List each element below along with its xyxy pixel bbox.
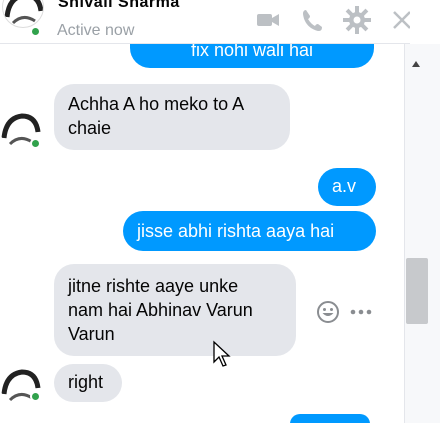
message-incoming[interactable]: Achha A ho meko to A chaie (54, 84, 290, 150)
contact-name[interactable]: Shivali Sharma (58, 0, 180, 12)
right-scroll-panel (404, 44, 440, 423)
chat-window: Shivali Sharma Active now fix nohi wali … (0, 0, 410, 423)
mouse-cursor-icon (213, 340, 231, 367)
close-icon[interactable] (388, 6, 410, 34)
settings-gear-icon[interactable] (343, 6, 371, 34)
presence-dot (30, 26, 41, 37)
message-outgoing[interactable]: jisse abhi rishta aaya hai (123, 211, 376, 251)
phone-call-icon[interactable] (298, 6, 326, 34)
emoji-reaction-icon[interactable] (316, 300, 340, 324)
message-outgoing[interactable]: a.v (318, 168, 376, 206)
presence-dot (30, 138, 41, 149)
video-call-icon[interactable] (254, 6, 282, 34)
scroll-up-arrow-icon[interactable] (410, 58, 422, 70)
message-outgoing-partial[interactable] (290, 414, 370, 423)
chat-header: Shivali Sharma Active now (0, 0, 410, 44)
message-incoming[interactable]: jitne rishte aaye unke nam hai Abhinav V… (54, 264, 296, 356)
scrollbar-thumb[interactable] (406, 258, 428, 324)
active-status: Active now (57, 22, 135, 39)
more-options-icon[interactable] (348, 300, 374, 324)
presence-dot (30, 391, 41, 402)
message-incoming[interactable]: right (54, 364, 122, 402)
contact-avatar[interactable] (2, 0, 44, 28)
